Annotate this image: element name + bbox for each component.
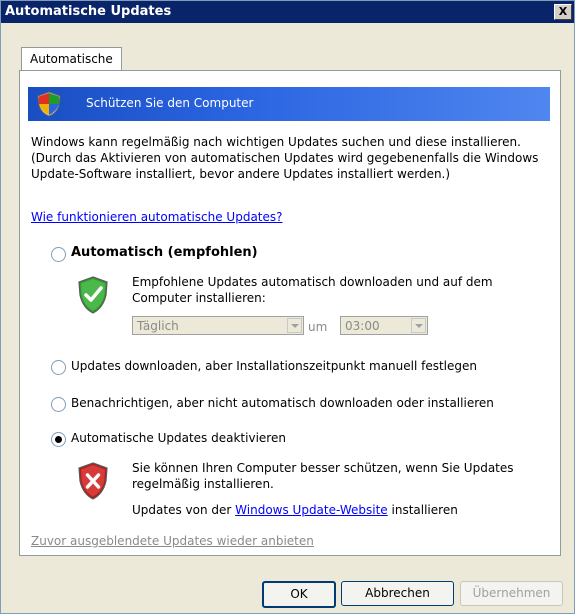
frequency-value: Täglich [137, 319, 179, 333]
window-title: Automatische Updates [5, 4, 172, 19]
green-check-shield-icon [78, 276, 108, 314]
tab-automatic-updates[interactable]: Automatische Updates [21, 47, 122, 89]
security-shield-icon [37, 91, 61, 117]
red-x-shield-icon [78, 462, 108, 500]
description-text: Windows kann regelmäßig nach wichtigen U… [31, 135, 539, 181]
radio-disable-label[interactable]: Automatische Updates deaktivieren [71, 431, 286, 445]
frequency-select[interactable]: Täglich [132, 316, 304, 335]
time-value: 03:00 [345, 319, 380, 333]
dialog-window: Automatische Updates X Automatische Upda… [0, 0, 575, 614]
radio-notify-label[interactable]: Benachrichtigen, aber nicht automatisch … [71, 396, 494, 410]
chevron-down-icon [411, 318, 426, 333]
radio-automatic[interactable] [51, 247, 66, 262]
install-from-prefix: Updates von der [132, 503, 232, 517]
windows-update-website-link[interactable]: Windows Update-Website [235, 503, 388, 517]
install-from-line: Updates von der Windows Update-Website i… [132, 502, 458, 518]
radio-disable[interactable] [51, 432, 66, 447]
automatic-description: Empfohlene Updates automatisch downloade… [132, 275, 493, 305]
install-from-suffix: installieren [391, 503, 458, 517]
radio-download-manual[interactable] [51, 360, 66, 375]
chevron-down-icon [287, 318, 302, 333]
cancel-button[interactable]: Abbrechen [341, 581, 454, 606]
at-label: um [308, 320, 328, 334]
time-select[interactable]: 03:00 [340, 316, 428, 335]
close-button[interactable]: X [554, 4, 572, 20]
radio-download-manual-label[interactable]: Updates downloaden, aber Installationsze… [71, 359, 477, 373]
radio-notify[interactable] [51, 397, 66, 412]
header-banner: Schützen Sie den Computer [28, 87, 550, 121]
hidden-updates-link[interactable]: Zuvor ausgeblendete Updates wieder anbie… [31, 533, 314, 549]
help-link[interactable]: Wie funktionieren automatische Updates? [31, 210, 283, 224]
apply-button[interactable]: Übernehmen [460, 581, 563, 606]
title-bar[interactable]: Automatische Updates X [1, 1, 574, 23]
banner-text: Schützen Sie den Computer [86, 96, 254, 110]
disabled-warning-text: Sie können Ihren Computer besser schütze… [132, 461, 514, 491]
radio-automatic-label[interactable]: Automatisch (empfohlen) [71, 245, 258, 260]
ok-button[interactable]: OK [262, 581, 336, 608]
